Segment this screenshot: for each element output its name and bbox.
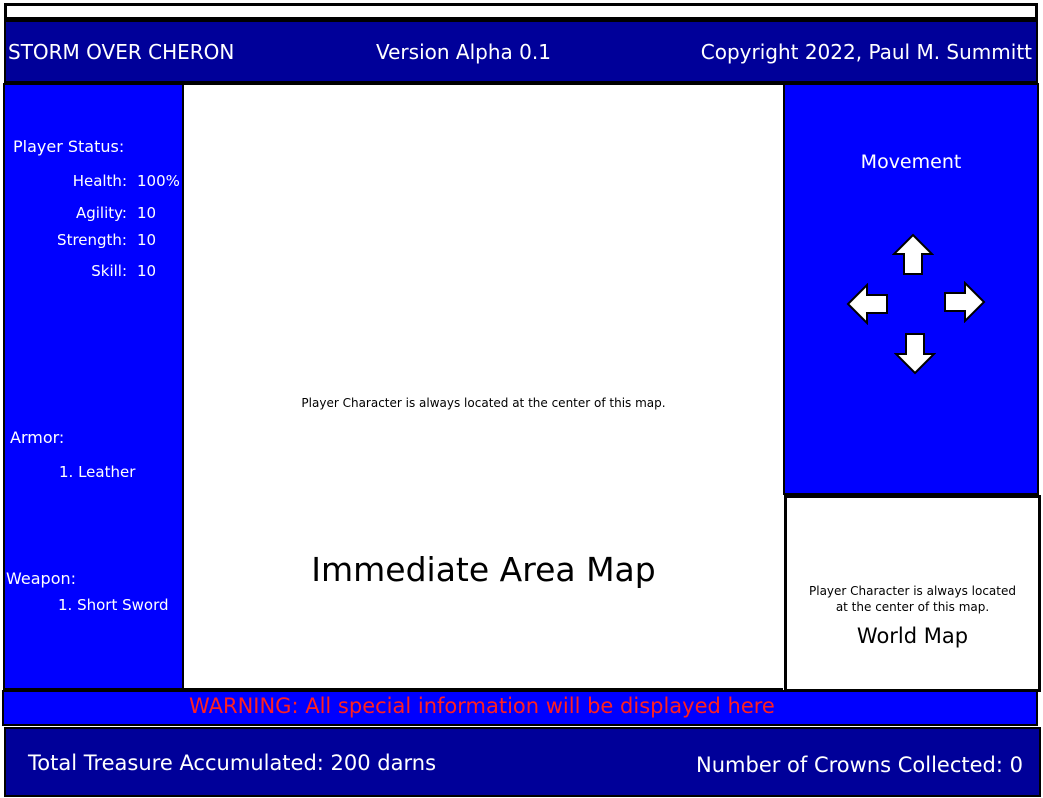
stat-health-label: Health: xyxy=(72,172,127,190)
warning-bar: WARNING: All special information will be… xyxy=(2,690,1038,726)
immediate-map-note: Player Character is always located at th… xyxy=(301,396,666,410)
world-map[interactable]: Player Character is always located at th… xyxy=(784,495,1041,692)
stat-agility-value: 10 xyxy=(137,204,157,222)
header-bar: STORM OVER CHERON Version Alpha 0.1 Copy… xyxy=(4,20,1038,83)
movement-title: Movement xyxy=(860,151,962,173)
armor-item: 1. Leather xyxy=(59,463,136,481)
weapon-title: Weapon: xyxy=(6,569,77,588)
copyright-label: Copyright 2022, Paul M. Summitt xyxy=(700,40,1032,64)
movement-panel: Movement xyxy=(783,83,1039,495)
world-map-title: World Map xyxy=(856,624,969,648)
warning-text: WARNING: All special information will be… xyxy=(189,694,775,718)
version-label: Version Alpha 0.1 xyxy=(376,40,551,64)
immediate-map-title: Immediate Area Map xyxy=(311,550,656,589)
top-strip xyxy=(4,3,1038,20)
arrow-left-icon[interactable] xyxy=(846,283,890,325)
stat-strength-value: 10 xyxy=(137,231,157,249)
crowns-label: Number of Crowns Collected: 0 xyxy=(696,753,1023,777)
world-map-note-line1: Player Character is always located xyxy=(809,584,1016,598)
arrow-down-icon[interactable] xyxy=(894,331,936,375)
arrow-up-icon[interactable] xyxy=(892,233,934,277)
player-status-title: Player Status: xyxy=(13,137,125,156)
immediate-area-map[interactable]: Player Character is always located at th… xyxy=(184,83,783,690)
player-status-panel: Player Status: Health: 100% Agility: 10 … xyxy=(3,83,184,690)
world-map-note: Player Character is always located at th… xyxy=(787,583,1038,615)
game-title: STORM OVER CHERON xyxy=(8,40,235,64)
weapon-item: 1. Short Sword xyxy=(58,596,169,614)
treasure-label: Total Treasure Accumulated: 200 darns xyxy=(28,751,437,775)
stat-skill-value: 10 xyxy=(137,262,157,280)
stat-health-value: 100% xyxy=(137,172,180,190)
armor-title: Armor: xyxy=(10,428,65,447)
stat-agility-label: Agility: xyxy=(75,204,127,222)
stat-strength-label: Strength: xyxy=(57,231,127,249)
world-map-note-line2: at the center of this map. xyxy=(835,600,990,614)
stat-skill-label: Skill: xyxy=(91,262,127,280)
footer-bar: Total Treasure Accumulated: 200 darns Nu… xyxy=(4,727,1041,797)
arrow-right-icon[interactable] xyxy=(942,281,986,323)
